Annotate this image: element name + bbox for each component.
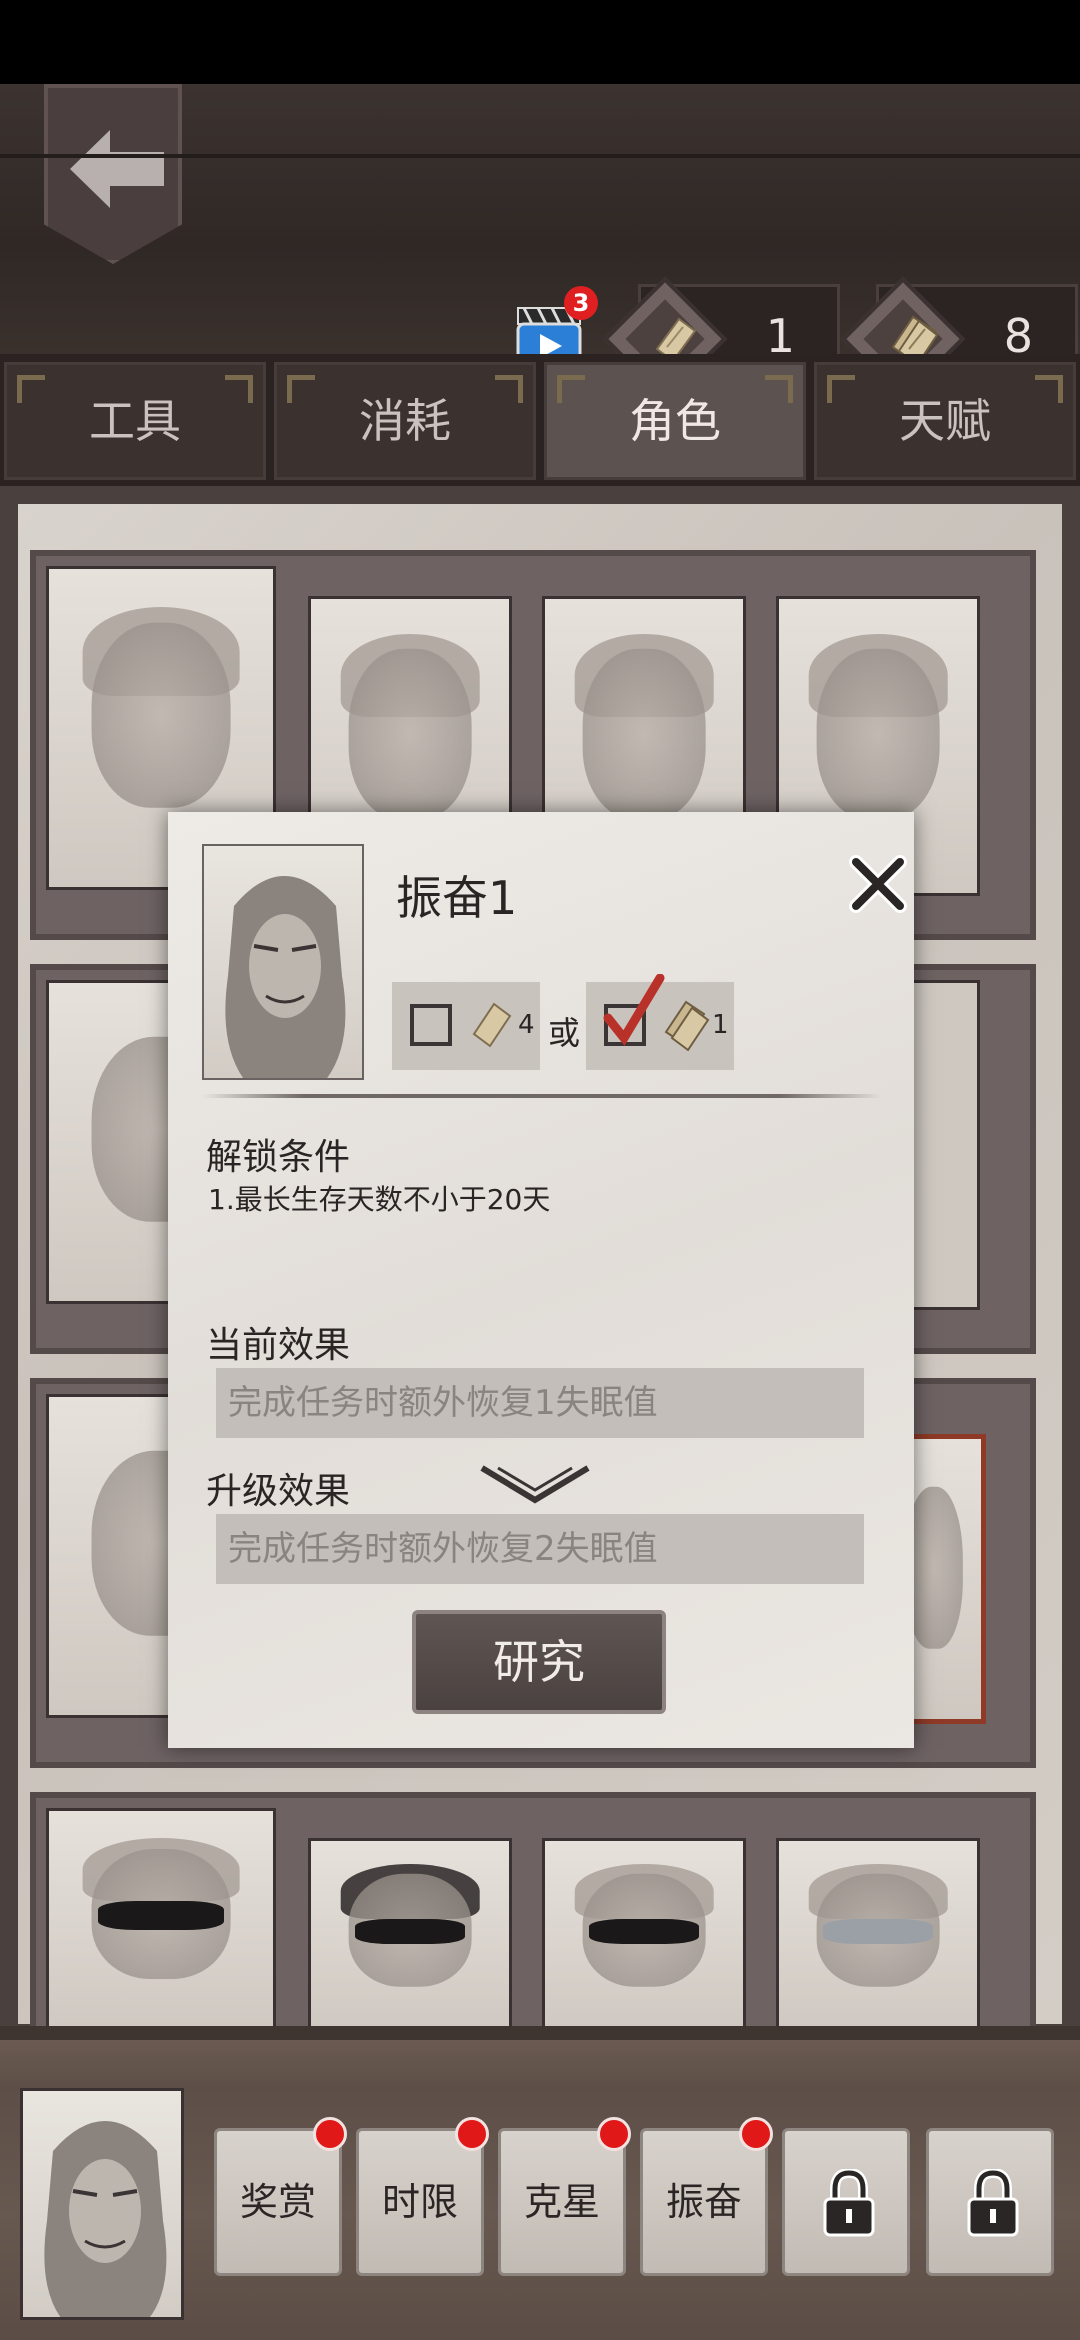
- cost-amount: 4: [518, 1010, 535, 1040]
- cost-option-paper[interactable]: 4: [392, 982, 540, 1070]
- skill-button-reward[interactable]: 奖赏: [214, 2117, 347, 2276]
- skill-label: 奖赏: [239, 2180, 316, 2224]
- paper-bundle-icon: [664, 1000, 710, 1052]
- tab-label: 角色: [629, 394, 721, 448]
- bottom-bar: 奖赏 时限 克星 振奋: [0, 2026, 1080, 2340]
- notification-dot: [597, 2117, 631, 2151]
- unlock-condition: 1.最长生存天数不小于20天: [208, 1183, 551, 1216]
- tab-label: 工具: [89, 394, 181, 448]
- notification-badge: 3: [564, 286, 598, 320]
- back-button[interactable]: [44, 84, 182, 264]
- lock-icon: [823, 2169, 875, 2237]
- paper-scroll-icon: [472, 1002, 512, 1048]
- tab-consumables[interactable]: 消耗: [274, 362, 536, 480]
- notification-dot: [739, 2117, 773, 2151]
- notification-dot: [313, 2117, 347, 2151]
- skill-detail-dialog: 振奋1 4 或 1 解锁条件 1.最长生存天数不小于20天 当前效果 完成任务时…: [168, 812, 914, 1748]
- upgrade-effect-text: 完成任务时额外恢复2失眠值: [216, 1514, 864, 1584]
- wildman-portrait-sketch: [44, 2121, 167, 2317]
- cost-checkbox[interactable]: [410, 1004, 452, 1046]
- status-bar: [0, 0, 1080, 84]
- skill-portrait: [202, 844, 364, 1080]
- top-bar: 3 1 8: [0, 84, 1080, 402]
- research-button[interactable]: 研究: [412, 1610, 666, 1714]
- unlock-label: 解锁条件: [206, 1137, 351, 1178]
- lock-icon: [967, 2169, 1019, 2237]
- dialog-title: 振奋1: [396, 871, 518, 925]
- cost-option-bundle[interactable]: 1: [586, 974, 734, 1070]
- current-effect-text: 完成任务时额外恢复1失眠值: [216, 1368, 864, 1438]
- close-icon[interactable]: [848, 854, 908, 914]
- character-row: [30, 1792, 1036, 2038]
- skill-label: 克星: [523, 2180, 600, 2224]
- chevron-down-icon[interactable]: [478, 1462, 592, 1506]
- current-effect-label: 当前效果: [206, 1325, 351, 1366]
- divider: [202, 1094, 882, 1098]
- notification-dot: [455, 2117, 489, 2151]
- skill-button-locked[interactable]: [926, 2128, 1054, 2276]
- selected-character-portrait[interactable]: [20, 2088, 184, 2320]
- character-portrait-sunglasses[interactable]: [46, 1808, 276, 2038]
- tab-characters[interactable]: 角色: [544, 362, 806, 480]
- skill-button-time-limit[interactable]: 时限: [356, 2117, 489, 2276]
- tab-bar: 工具 消耗 角色 天赋: [0, 354, 1080, 486]
- character-skill-portrait[interactable]: [308, 1838, 512, 2038]
- upgrade-effect-label: 升级效果: [206, 1471, 351, 1512]
- character-skill-portrait[interactable]: [776, 1838, 980, 2038]
- skill-button-nemesis[interactable]: 克星: [498, 2117, 631, 2276]
- skill-label: 时限: [381, 2180, 458, 2224]
- skill-label: 振奋: [665, 2180, 742, 2224]
- cost-amount: 1: [712, 1010, 729, 1040]
- character-skill-portrait[interactable]: [542, 1838, 746, 2038]
- skill-button-locked[interactable]: [782, 2128, 910, 2276]
- tab-talents[interactable]: 天赋: [814, 362, 1076, 480]
- skill-button-inspire[interactable]: 振奋: [640, 2117, 773, 2276]
- tab-label: 消耗: [359, 394, 451, 448]
- tab-tools[interactable]: 工具: [4, 362, 266, 480]
- or-label: 或: [548, 1014, 581, 1052]
- wildman-portrait-sketch: [225, 876, 346, 1078]
- tab-label: 天赋: [899, 394, 991, 448]
- back-arrow-icon: [70, 130, 164, 208]
- checkmark-icon: [603, 974, 665, 1046]
